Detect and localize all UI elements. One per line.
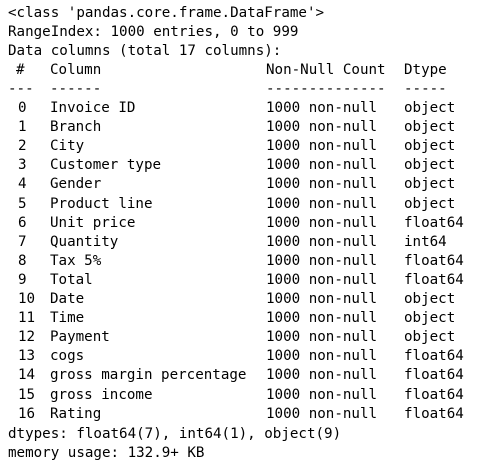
row-non-null-count: 1000 non-null: [266, 100, 378, 116]
row-non-null-count: 1000 non-null: [266, 119, 378, 136]
row-index: 3: [18, 157, 27, 174]
row-column-name: Unit price: [50, 214, 136, 231]
row-dtype: object: [404, 195, 456, 212]
row-index: 11: [18, 310, 36, 327]
separator-index: ---: [8, 81, 34, 97]
header-index: #: [16, 62, 25, 78]
row-dtype: float64: [404, 367, 464, 384]
row-index: 13: [18, 348, 36, 365]
header-non-null-count: Non-Null Count: [266, 62, 386, 78]
row-column-name: Tax 5%: [50, 252, 102, 269]
row-dtype: float64: [404, 252, 464, 269]
row-column-name: gross income: [50, 386, 153, 403]
separator-non-null-count: --------------: [266, 81, 386, 97]
row-column-name: Total: [50, 271, 93, 288]
range-index-line: RangeIndex: 1000 entries, 0 to 999: [8, 24, 299, 40]
row-index: 0: [18, 100, 27, 116]
row-column-name: Branch: [50, 119, 102, 136]
row-non-null-count: 1000 non-null: [266, 405, 378, 422]
row-index: 15: [18, 386, 36, 403]
row-non-null-count: 1000 non-null: [266, 348, 378, 365]
row-non-null-count: 1000 non-null: [266, 310, 378, 327]
row-dtype: object: [404, 138, 456, 155]
row-non-null-count: 1000 non-null: [266, 138, 378, 155]
row-dtype: float64: [404, 214, 464, 231]
row-column-name: Time: [50, 310, 85, 327]
row-column-name: City: [50, 138, 85, 155]
row-column-name: Quantity: [50, 233, 119, 250]
row-dtype: object: [404, 329, 456, 346]
memory-usage-line: memory usage: 132.9+ KB: [8, 445, 205, 461]
row-index: 14: [18, 367, 36, 384]
header-row: # Column Non-Null Count Dtype: [8, 61, 447, 80]
row-column-name: Date: [50, 291, 85, 307]
row-dtype: object: [404, 157, 456, 174]
row-dtype: object: [404, 310, 456, 327]
row-non-null-count: 1000 non-null: [266, 386, 378, 403]
separator-row: --- ------ -------------- -----: [8, 80, 447, 99]
class-line: <class 'pandas.core.frame.DataFrame'>: [8, 5, 325, 21]
row-index: 9: [18, 271, 27, 288]
row-dtype: object: [404, 176, 456, 193]
row-index: 16: [18, 405, 36, 422]
row-dtype: float64: [404, 405, 464, 422]
row-column-name: cogs: [50, 348, 85, 365]
row-index: 7: [18, 233, 27, 250]
row-column-name: gross margin percentage: [50, 367, 247, 384]
row-non-null-count: 1000 non-null: [266, 214, 378, 231]
dataframe-info-output: <class 'pandas.core.frame.DataFrame'> Ra…: [0, 0, 477, 472]
row-column-name: Product line: [50, 195, 153, 212]
row-dtype: float64: [404, 271, 464, 288]
header-column: Column: [50, 62, 102, 78]
row-non-null-count: 1000 non-null: [266, 271, 378, 288]
row-index: 5: [18, 195, 27, 212]
row-non-null-count: 1000 non-null: [266, 157, 378, 174]
row-non-null-count: 1000 non-null: [266, 233, 378, 250]
row-dtype: float64: [404, 386, 464, 403]
row-index: 4: [18, 176, 27, 193]
row-non-null-count: 1000 non-null: [266, 367, 378, 384]
row-index: 1: [18, 119, 27, 136]
row-index: 6: [18, 214, 27, 231]
row-column-name: Customer type: [50, 157, 162, 174]
row-column-name: Payment: [50, 329, 110, 346]
row-non-null-count: 1000 non-null: [266, 195, 378, 212]
separator-column: ------: [50, 81, 102, 97]
separator-dtype: -----: [404, 81, 447, 97]
row-non-null-count: 1000 non-null: [266, 176, 378, 193]
header-dtype: Dtype: [404, 62, 447, 78]
row-index: 12: [18, 329, 36, 346]
row-column-name: Gender: [50, 176, 102, 193]
row-non-null-count: 1000 non-null: [266, 291, 378, 307]
row-index: 8: [18, 252, 27, 269]
row-column-name: Invoice ID: [50, 100, 136, 116]
row-dtype: int64: [404, 233, 447, 250]
row-dtype: object: [404, 119, 456, 136]
dtypes-line: dtypes: float64(7), int64(1), object(9): [8, 426, 342, 442]
row-dtype: object: [404, 100, 456, 116]
data-columns-line: Data columns (total 17 columns):: [8, 43, 282, 59]
row-column-name: Rating: [50, 405, 102, 422]
row-dtype: float64: [404, 348, 464, 365]
row-index: 10: [18, 291, 36, 307]
row-non-null-count: 1000 non-null: [266, 329, 378, 346]
row-non-null-count: 1000 non-null: [266, 252, 378, 269]
row-dtype: object: [404, 291, 456, 307]
row-index: 2: [18, 138, 27, 155]
